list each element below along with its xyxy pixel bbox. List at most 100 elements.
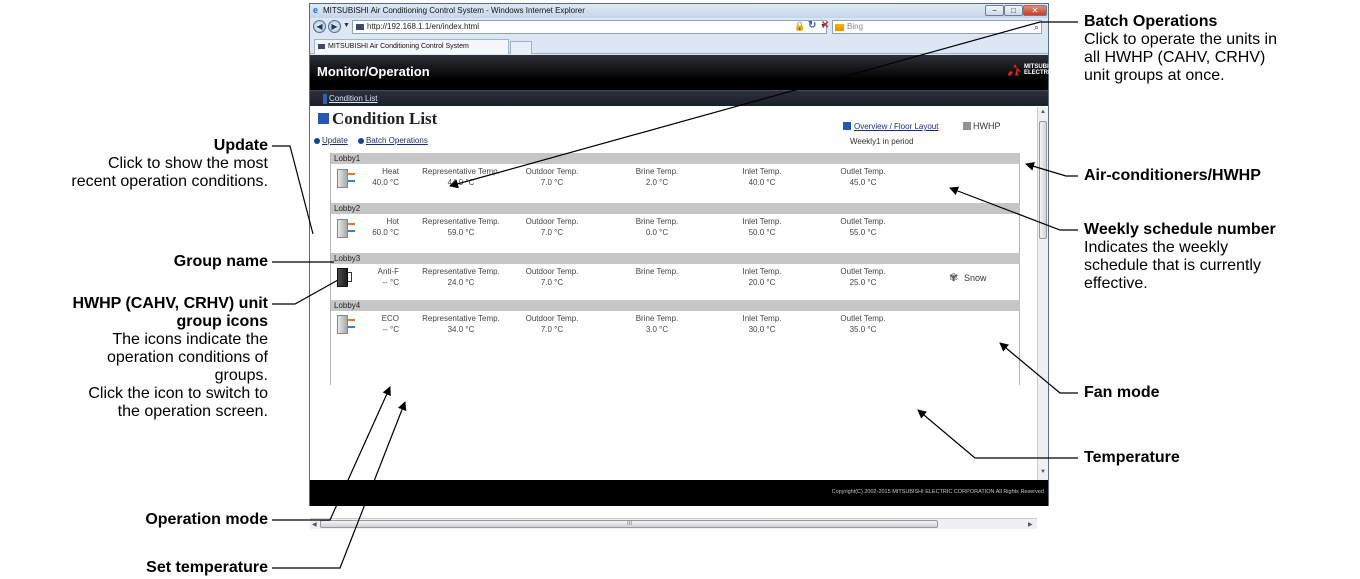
temp-value: 20.0 °C bbox=[748, 278, 776, 287]
back-button[interactable]: ◀ bbox=[313, 20, 326, 33]
page-footer: Copyright(C) 2002-2015 MITSUBISHI ELECTR… bbox=[310, 480, 1048, 506]
minimize-button[interactable]: − bbox=[985, 5, 1004, 16]
temp-value: 7.0 °C bbox=[540, 178, 564, 187]
vertical-scroll-thumb[interactable] bbox=[1039, 121, 1047, 239]
hwhp-unit-icon[interactable] bbox=[337, 266, 353, 287]
temp-label: Inlet Temp. bbox=[742, 217, 782, 226]
new-tab-button[interactable] bbox=[510, 41, 532, 54]
scroll-grip: III bbox=[627, 521, 633, 527]
temp-value: 34.0 °C bbox=[447, 325, 475, 334]
fan-mode-label: Snow bbox=[964, 273, 987, 283]
breadcrumb-condition-list[interactable]: Condition List bbox=[329, 94, 377, 103]
group-name: Lobby1 bbox=[331, 153, 1020, 164]
callout-group-name: Group name bbox=[173, 253, 268, 270]
temp-label: Outlet Temp. bbox=[840, 267, 886, 276]
temp-label: Inlet Temp. bbox=[742, 267, 782, 276]
callout-batch-operations: Batch Operations Click to operate the un… bbox=[1084, 13, 1277, 84]
url-field[interactable]: http://192.168.1.1/en/index.html ▼ bbox=[352, 20, 827, 34]
callout-fan-mode: Fan mode bbox=[1084, 384, 1160, 401]
horizontal-scrollbar[interactable]: ◀ III ▶ bbox=[310, 518, 1037, 529]
page-body: Condition List Update Batch Operations O… bbox=[310, 107, 1037, 529]
temp-value: 59.0 °C bbox=[447, 228, 475, 237]
hwhp-unit-icon[interactable] bbox=[337, 217, 355, 238]
tab-bar: MITSUBISHI Air Conditioning Control Syst… bbox=[310, 36, 1048, 54]
temp-label: Representative Temp. bbox=[422, 267, 500, 276]
tab-main[interactable]: MITSUBISHI Air Conditioning Control Syst… bbox=[314, 39, 509, 54]
page-header: Monitor/Operation MITSUBISHI ELECTRIC bbox=[310, 55, 1059, 90]
ie-logo-icon: e bbox=[313, 5, 319, 15]
temp-value: 44.0 °C bbox=[447, 178, 475, 187]
callout-weekly-schedule: Weekly schedule number Indicates the wee… bbox=[1084, 221, 1276, 292]
copyright: Copyright(C) 2002-2015 MITSUBISHI ELECTR… bbox=[831, 489, 1044, 495]
header-title: Monitor/Operation bbox=[317, 64, 430, 79]
bullet-icon bbox=[314, 137, 320, 144]
temp-value: 2.0 °C bbox=[645, 178, 669, 187]
operation-mode: Heat bbox=[382, 167, 399, 176]
search-placeholder: Bing bbox=[847, 22, 864, 31]
horizontal-scroll-thumb[interactable]: III bbox=[320, 520, 938, 528]
callout-update: Update Click to show the most recent ope… bbox=[71, 137, 268, 190]
operation-mode: ECO bbox=[381, 314, 399, 323]
window-titlebar: e MITSUBISHI Air Conditioning Control Sy… bbox=[310, 4, 1048, 18]
temp-label: Outlet Temp. bbox=[840, 167, 886, 176]
group-name: Lobby3 bbox=[331, 253, 1020, 264]
temp-label: Outdoor Temp. bbox=[525, 314, 579, 323]
scroll-up-icon[interactable]: ▲ bbox=[1040, 109, 1046, 115]
temp-label: Outdoor Temp. bbox=[525, 217, 579, 226]
temp-value: 45.0 °C bbox=[849, 178, 877, 187]
vertical-scrollbar[interactable]: ▲ ▼ bbox=[1037, 107, 1048, 480]
temp-label: Brine Temp. bbox=[635, 167, 679, 176]
breadcrumb: Condition List bbox=[310, 90, 1048, 106]
set-temperature: -- °C bbox=[382, 278, 399, 287]
maximize-button[interactable]: □ bbox=[1004, 5, 1023, 16]
logo-text: MITSUBISHI ELECTRIC bbox=[1024, 64, 1059, 76]
temp-label: Outdoor Temp. bbox=[525, 167, 579, 176]
temp-value: 7.0 °C bbox=[540, 228, 564, 237]
hwhp-unit-icon[interactable] bbox=[337, 167, 355, 188]
temp-value: 40.0 °C bbox=[748, 178, 776, 187]
temp-label: Outlet Temp. bbox=[840, 314, 886, 323]
callout-set-temperature: Set temperature bbox=[146, 559, 268, 576]
overview-floor-layout-link[interactable]: Overview / Floor Layout bbox=[854, 122, 938, 131]
scroll-left-icon[interactable]: ◀ bbox=[312, 521, 317, 528]
forward-button[interactable]: ▶ bbox=[328, 20, 341, 33]
search-input[interactable]: Bing ⌕ bbox=[832, 20, 1042, 34]
fan-icon: ✾ bbox=[949, 272, 959, 284]
group-list: Lobby1 Heat 40.0 °C Representative Temp.… bbox=[330, 153, 1020, 385]
group-name: Lobby2 bbox=[331, 203, 1020, 214]
browser-window: e MITSUBISHI Air Conditioning Control Sy… bbox=[309, 3, 1059, 529]
temp-label: Brine Temp. bbox=[635, 314, 679, 323]
temp-value: 50.0 °C bbox=[748, 228, 776, 237]
scroll-down-icon[interactable]: ▼ bbox=[1040, 469, 1046, 475]
batch-operations-link[interactable]: Batch Operations bbox=[358, 136, 428, 145]
weekly-schedule-status: Weekly1 in period bbox=[850, 137, 914, 146]
hwhp-unit-icon[interactable] bbox=[337, 313, 355, 334]
tab-title: MITSUBISHI Air Conditioning Control Syst… bbox=[328, 43, 469, 50]
hwhp-tab[interactable]: HWHP bbox=[973, 121, 1001, 131]
callout-temperature: Temperature bbox=[1084, 449, 1180, 466]
history-dropdown-icon[interactable]: ▼ bbox=[343, 22, 350, 29]
temp-label: Brine Temp. bbox=[635, 267, 679, 276]
temp-label: Representative Temp. bbox=[422, 314, 500, 323]
temp-value: 7.0 °C bbox=[540, 325, 564, 334]
temp-value: 24.0 °C bbox=[447, 278, 475, 287]
refresh-icon[interactable]: ↻ bbox=[808, 20, 816, 31]
temp-value: 35.0 °C bbox=[849, 325, 877, 334]
url-text: http://192.168.1.1/en/index.html bbox=[367, 22, 480, 31]
operation-mode: Hot bbox=[386, 217, 399, 226]
search-icon[interactable]: ⌕ bbox=[1034, 21, 1039, 33]
scroll-right-icon[interactable]: ▶ bbox=[1028, 521, 1033, 528]
lock-icon[interactable]: 🔒 bbox=[794, 21, 805, 32]
stop-icon[interactable]: ✕ bbox=[821, 20, 829, 31]
group-name: Lobby4 bbox=[331, 300, 1020, 311]
temp-label: Representative Temp. bbox=[422, 167, 500, 176]
update-link[interactable]: Update bbox=[314, 136, 348, 145]
close-window-button[interactable]: ✕ bbox=[1023, 5, 1047, 16]
overview-square-icon bbox=[843, 122, 851, 130]
page-icon bbox=[356, 24, 364, 30]
temp-label: Inlet Temp. bbox=[742, 314, 782, 323]
address-bar: ◀ ▶ ▼ http://192.168.1.1/en/index.html ▼… bbox=[310, 18, 1048, 36]
set-temperature: -- °C bbox=[382, 325, 399, 334]
temp-label: Inlet Temp. bbox=[742, 167, 782, 176]
temp-value: 0.0 °C bbox=[645, 228, 669, 237]
